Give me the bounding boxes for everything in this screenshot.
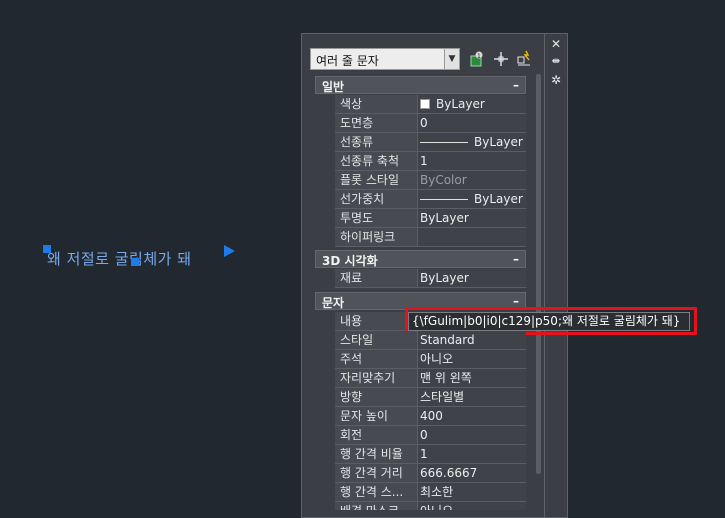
prop-row-hyperlink[interactable]: 하이퍼링크 xyxy=(315,228,526,247)
prop-row-linetype[interactable]: 선종류 ByLayer xyxy=(315,133,526,152)
prop-name: 재료 xyxy=(335,269,418,288)
mtext-width-grip-arrow[interactable] xyxy=(224,245,235,257)
canvas-mtext[interactable]: 왜 저절로 굴림체가 돼 xyxy=(47,248,192,269)
category-text-label: 문자 xyxy=(322,296,345,310)
svg-text:1: 1 xyxy=(477,53,481,60)
prop-value[interactable]: Standard xyxy=(418,331,526,350)
prop-row-linetype-scale[interactable]: 선종류 축척 1 xyxy=(315,152,526,171)
prop-name: 주석 xyxy=(335,350,418,369)
mtext-grip-center[interactable] xyxy=(131,258,139,266)
mtext-grip-topleft[interactable] xyxy=(43,245,51,253)
auto-hide-icon[interactable]: ⇹ xyxy=(549,55,563,69)
object-type-value: 여러 줄 문자 xyxy=(316,54,379,68)
prop-value[interactable]: ByLayer xyxy=(418,133,526,152)
prop-row-direction[interactable]: 방향 스타일별 xyxy=(315,388,526,407)
prop-row-background-mask[interactable]: 배경 마스크 아니오 xyxy=(315,502,526,510)
category-general-label: 일반 xyxy=(322,80,345,94)
prop-name: 플롯 스타일 xyxy=(335,171,418,190)
collapse-icon[interactable]: – xyxy=(513,252,519,266)
palette-settings-icon[interactable]: ✲ xyxy=(549,73,563,87)
prop-value[interactable]: 1 xyxy=(418,445,526,464)
prop-name: 선가중치 xyxy=(335,190,418,209)
prop-value-text: ByLayer xyxy=(474,135,523,149)
prop-name: 색상 xyxy=(335,95,418,114)
prop-value[interactable]: 맨 위 왼쪽 xyxy=(418,369,526,388)
prop-row-style[interactable]: 스타일 Standard xyxy=(315,331,526,350)
object-type-select[interactable]: 여러 줄 문자 ▼ xyxy=(310,48,460,70)
prop-row-text-height[interactable]: 문자 높이 400 xyxy=(315,407,526,426)
prop-value[interactable]: 400 xyxy=(418,407,526,426)
prop-row-line-spacing-style[interactable]: 행 간격 스... 최소한 xyxy=(315,483,526,502)
prop-value-text: ByLayer xyxy=(474,192,523,206)
prop-row-line-spacing-distance[interactable]: 행 간격 거리 666.6667 xyxy=(315,464,526,483)
prop-name: 방향 xyxy=(335,388,418,407)
quick-select-icon[interactable] xyxy=(516,50,534,68)
category-3d-visualization[interactable]: 3D 시각화 – xyxy=(315,250,526,268)
prop-value[interactable]: 0 xyxy=(418,426,526,445)
prop-row-annotative[interactable]: 주석 아니오 xyxy=(315,350,526,369)
prop-row-rotation[interactable]: 회전 0 xyxy=(315,426,526,445)
prop-value[interactable] xyxy=(418,228,526,247)
prop-row-color[interactable]: 색상 ByLayer xyxy=(315,95,526,114)
prop-value[interactable]: 1 xyxy=(418,152,526,171)
prop-name: 문자 높이 xyxy=(335,407,418,426)
prop-row-transparency[interactable]: 투명도 ByLayer xyxy=(315,209,526,228)
prop-name: 회전 xyxy=(335,426,418,445)
prop-value[interactable]: 0 xyxy=(418,114,526,133)
prop-name: 투명도 xyxy=(335,209,418,228)
prop-value[interactable]: 스타일별 xyxy=(418,388,526,407)
prop-name: 자리맞추기 xyxy=(335,369,418,388)
lineweight-preview-icon xyxy=(420,199,468,200)
prop-row-plot-style[interactable]: 플롯 스타일 ByColor xyxy=(315,171,526,190)
prop-value[interactable]: 아니오 xyxy=(418,350,526,369)
close-icon[interactable]: ✕ xyxy=(549,37,563,51)
prop-row-line-spacing-factor[interactable]: 행 간격 비율 1 xyxy=(315,445,526,464)
prop-name: 스타일 xyxy=(335,331,418,350)
prop-value[interactable]: 666.6667 xyxy=(418,464,526,483)
prop-name: 도면층 xyxy=(335,114,418,133)
select-objects-icon[interactable] xyxy=(492,50,510,68)
prop-value[interactable]: ByLayer xyxy=(418,209,526,228)
chevron-down-icon[interactable]: ▼ xyxy=(444,49,459,69)
linetype-preview-icon xyxy=(420,142,468,143)
prop-row-layer[interactable]: 도면층 0 xyxy=(315,114,526,133)
palette-title-strip: ✕ ⇹ ✲ xyxy=(545,33,568,518)
prop-name: 하이퍼링크 xyxy=(335,228,418,247)
category-general[interactable]: 일반 – xyxy=(315,76,526,94)
prop-value[interactable]: 최소한 xyxy=(418,483,526,502)
prop-name: 선종류 축척 xyxy=(335,152,418,171)
prop-value-text: ByLayer xyxy=(436,97,485,111)
prop-value[interactable]: 아니오 xyxy=(418,502,526,510)
prop-row-material[interactable]: 재료 ByLayer xyxy=(315,269,526,288)
collapse-icon[interactable]: – xyxy=(513,294,519,308)
prop-name: 행 간격 비율 xyxy=(335,445,418,464)
prop-value[interactable]: ByLayer xyxy=(418,190,526,209)
prop-name: 배경 마스크 xyxy=(335,502,418,510)
prop-value: ByColor xyxy=(418,171,526,190)
color-swatch-icon xyxy=(420,99,430,109)
palette-scrollbar[interactable] xyxy=(536,74,541,474)
collapse-icon[interactable]: – xyxy=(513,78,519,92)
prop-name: 선종류 xyxy=(335,133,418,152)
category-3d-label: 3D 시각화 xyxy=(322,254,378,268)
prop-name: 행 간격 거리 xyxy=(335,464,418,483)
prop-value[interactable]: ByLayer xyxy=(418,95,526,114)
prop-name: 행 간격 스... xyxy=(335,483,418,502)
prop-value[interactable]: ByLayer xyxy=(418,269,526,288)
prop-row-lineweight[interactable]: 선가중치 ByLayer xyxy=(315,190,526,209)
toggle-pickadd-icon[interactable]: 1 xyxy=(468,50,486,68)
prop-row-justify[interactable]: 자리맞추기 맨 위 왼쪽 xyxy=(315,369,526,388)
